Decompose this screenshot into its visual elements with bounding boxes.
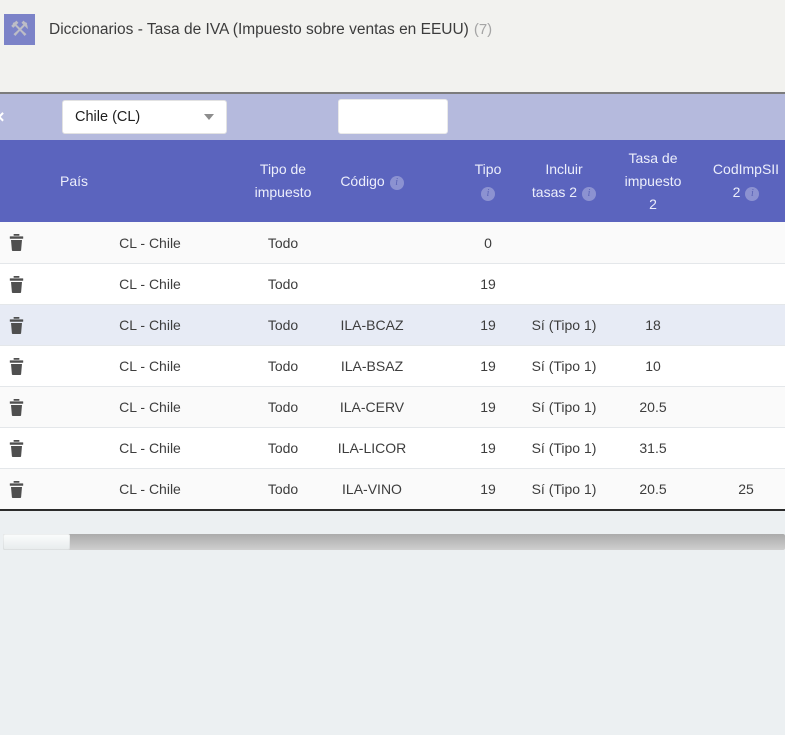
country-filter-select[interactable]: Chile (CL)	[62, 100, 227, 134]
filter-search-input[interactable]	[338, 99, 448, 134]
column-header-pais: País	[40, 140, 240, 222]
title-bar: ⚒ Diccionarios - Tasa de IVA (Impuesto s…	[0, 0, 785, 92]
cell-tipo-impuesto: Todo	[250, 387, 316, 427]
column-header-tipo: Tipo i	[450, 140, 526, 222]
info-icon[interactable]: i	[582, 187, 596, 201]
record-count-badge: (7)	[474, 21, 492, 38]
cell-pais: CL - Chile	[40, 305, 240, 345]
cell-codimpsii-2	[700, 346, 785, 386]
cell-codimpsii-2	[700, 305, 785, 345]
cell-pais: CL - Chile	[40, 222, 240, 263]
cell-pais: CL - Chile	[40, 387, 240, 427]
page-title: Diccionarios - Tasa de IVA (Impuesto sob…	[49, 21, 492, 39]
horizontal-scrollbar-track[interactable]	[3, 534, 785, 550]
cell-incluir-tasas-2	[522, 222, 606, 263]
table-header: País Tipo de impuesto Códigoi Tipo i Inc…	[0, 140, 785, 222]
filter-bar: × Chile (CL)	[0, 94, 785, 140]
cell-tipo: 0	[450, 222, 526, 263]
cell-incluir-tasas-2: Sí (Tipo 1)	[522, 428, 606, 468]
delete-row-icon[interactable]	[9, 234, 24, 251]
cell-tasa-impuesto-2	[611, 264, 695, 304]
cell-tasa-impuesto-2: 10	[611, 346, 695, 386]
cell-incluir-tasas-2: Sí (Tipo 1)	[522, 305, 606, 345]
cell-incluir-tasas-2	[522, 264, 606, 304]
country-filter-value: Chile (CL)	[75, 109, 140, 125]
delete-row-icon[interactable]	[9, 481, 24, 498]
cell-tipo-impuesto: Todo	[250, 346, 316, 386]
cell-codimpsii-2: 25	[700, 469, 785, 509]
delete-row-icon[interactable]	[9, 276, 24, 293]
table-row: CL - Chile Todo ILA-VINO 19 Sí (Tipo 1) …	[0, 468, 785, 509]
table-row: CL - Chile Todo 0	[0, 222, 785, 263]
cell-tipo: 19	[450, 428, 526, 468]
delete-row-icon[interactable]	[9, 317, 24, 334]
app-tools-icon: ⚒	[4, 14, 35, 45]
cell-codimpsii-2	[700, 222, 785, 263]
horizontal-scrollbar-thumb[interactable]	[3, 534, 70, 550]
column-header-codimpsii-2: CodImpSII 2i	[700, 140, 785, 222]
table-body: CL - Chile Todo 0 CL - Chile Todo 19 CL …	[0, 222, 785, 509]
chevron-down-icon	[204, 114, 214, 120]
cell-codigo: ILA-BCAZ	[316, 305, 428, 345]
cell-tipo-impuesto: Todo	[250, 264, 316, 304]
close-icon[interactable]: ×	[0, 108, 5, 126]
cell-codigo	[316, 222, 428, 263]
cell-tipo: 19	[450, 469, 526, 509]
table-row: CL - Chile Todo ILA-LICOR 19 Sí (Tipo 1)…	[0, 427, 785, 468]
column-header-actions	[0, 140, 40, 222]
cell-tasa-impuesto-2: 18	[611, 305, 695, 345]
info-icon[interactable]: i	[390, 176, 404, 190]
cell-codigo: ILA-LICOR	[316, 428, 428, 468]
cell-tipo: 19	[450, 346, 526, 386]
cell-pais: CL - Chile	[40, 346, 240, 386]
cell-tipo-impuesto: Todo	[250, 469, 316, 509]
cell-tipo-impuesto: Todo	[250, 305, 316, 345]
cell-pais: CL - Chile	[40, 469, 240, 509]
column-header-tipo-de-impuesto: Tipo de impuesto	[250, 140, 316, 222]
page-title-text: Diccionarios - Tasa de IVA (Impuesto sob…	[49, 21, 469, 38]
cell-incluir-tasas-2: Sí (Tipo 1)	[522, 387, 606, 427]
table-row: CL - Chile Todo ILA-BSAZ 19 Sí (Tipo 1) …	[0, 345, 785, 386]
cell-tasa-impuesto-2	[611, 222, 695, 263]
table-bottom-border	[0, 509, 785, 511]
delete-row-icon[interactable]	[9, 440, 24, 457]
delete-row-icon[interactable]	[9, 358, 24, 375]
cell-tipo-impuesto: Todo	[250, 428, 316, 468]
cell-tasa-impuesto-2: 20.5	[611, 387, 695, 427]
cell-codimpsii-2	[700, 264, 785, 304]
cell-codimpsii-2	[700, 387, 785, 427]
column-header-incluir-tasas-2: Incluir tasas 2i	[522, 140, 606, 222]
info-icon[interactable]: i	[481, 187, 495, 201]
table-row: CL - Chile Todo 19	[0, 263, 785, 304]
cell-tipo: 19	[450, 264, 526, 304]
column-header-codigo: Códigoi	[316, 140, 428, 222]
cell-codigo: ILA-CERV	[316, 387, 428, 427]
cell-pais: CL - Chile	[40, 428, 240, 468]
cell-tasa-impuesto-2: 31.5	[611, 428, 695, 468]
cell-incluir-tasas-2: Sí (Tipo 1)	[522, 469, 606, 509]
cell-codigo: ILA-VINO	[316, 469, 428, 509]
cell-codigo	[316, 264, 428, 304]
delete-row-icon[interactable]	[9, 399, 24, 416]
cell-codigo: ILA-BSAZ	[316, 346, 428, 386]
cell-codimpsii-2	[700, 428, 785, 468]
cell-tipo: 19	[450, 305, 526, 345]
cell-tipo-impuesto: Todo	[250, 222, 316, 263]
column-header-tasa-de-impuesto-2: Tasa de impuesto 2	[611, 140, 695, 222]
cell-incluir-tasas-2: Sí (Tipo 1)	[522, 346, 606, 386]
cell-tipo: 19	[450, 387, 526, 427]
cell-tasa-impuesto-2: 20.5	[611, 469, 695, 509]
cell-pais: CL - Chile	[40, 264, 240, 304]
table-row: CL - Chile Todo ILA-CERV 19 Sí (Tipo 1) …	[0, 386, 785, 427]
table-row-selected: CL - Chile Todo ILA-BCAZ 19 Sí (Tipo 1) …	[0, 304, 785, 345]
info-icon[interactable]: i	[745, 187, 759, 201]
